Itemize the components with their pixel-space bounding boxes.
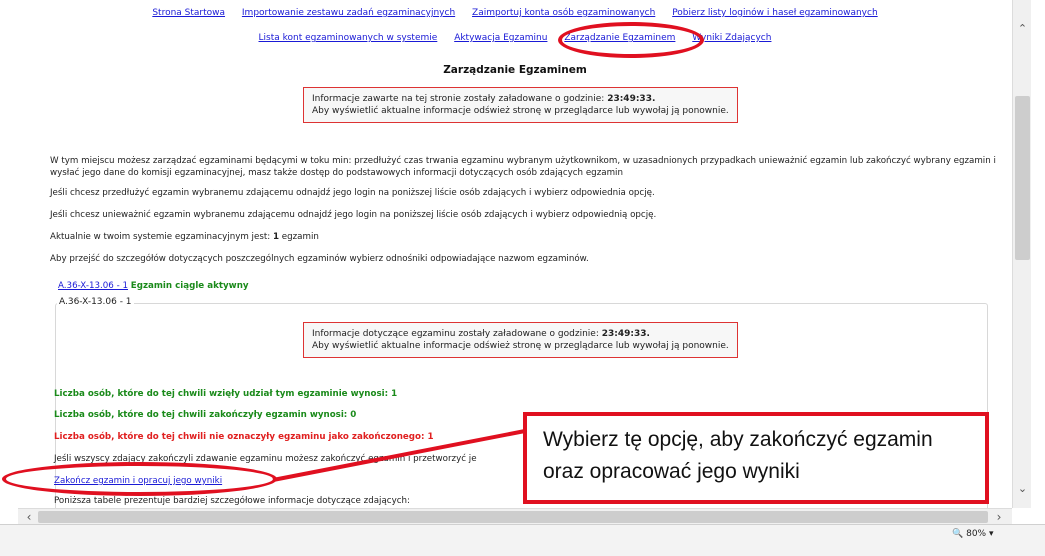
page-title: Zarządzanie Egzaminem	[443, 64, 587, 76]
cancel-text: Jeśli chcesz unieważnić egzamin wybranem…	[50, 210, 657, 220]
nav-link-download-logins[interactable]: Pobierz listy loginów i haseł egzaminowa…	[672, 8, 877, 18]
current-prefix: Aktualnie w twoim systemie egzaminacyjny…	[50, 232, 271, 242]
info-top-refresh: Aby wyświetlić aktualne informacje odświ…	[312, 106, 729, 116]
nav-link-import-tasks[interactable]: Importowanie zestawu zadań egzaminacyjny…	[242, 8, 455, 18]
scroll-up-icon[interactable]: ⌃	[1013, 20, 1032, 38]
details-text: Aby przejść do szczegółów dotyczących po…	[50, 254, 589, 264]
intro-text: W tym miejscu możesz zarządzać egzaminam…	[50, 156, 996, 178]
status-bar: 🔍 80% ▾	[0, 524, 1045, 556]
extend-text: Jeśli chcesz przedłużyć egzamin wybranem…	[50, 188, 655, 198]
current-exams-text: Aktualnie w twoim systemie egzaminacyjny…	[50, 231, 1000, 243]
exam-status: Egzamin ciągle aktywny	[130, 281, 249, 291]
current-suffix: egzamin	[281, 232, 319, 242]
nav-link-start[interactable]: Strona Startowa	[152, 8, 225, 18]
chevron-down-icon[interactable]: ▾	[989, 529, 994, 539]
highlight-ellipse-finish	[2, 462, 277, 496]
browser-window: Strona Startowa Importowanie zestawu zad…	[0, 0, 1045, 556]
info-box-top: Informacje zawarte na tej stronie został…	[303, 87, 738, 123]
exam-panel-title: A.36-X-13.06 - 1	[57, 297, 134, 307]
zoom-control[interactable]: 🔍 80% ▾	[952, 529, 994, 539]
info-top-label: Informacje zawarte na tej stronie został…	[312, 94, 605, 104]
vertical-scrollbar[interactable]: ⌃ ⌄	[1012, 0, 1032, 508]
scroll-left-icon[interactable]: ‹	[20, 509, 38, 525]
callout-pointer-line	[272, 429, 526, 482]
exam-link[interactable]: A.36-X-13.06 - 1	[58, 281, 128, 291]
nav-link-results[interactable]: Wyniki Zdających	[692, 33, 771, 43]
nav-link-accounts-list[interactable]: Lista kont egzaminowanych w systemie	[259, 33, 438, 43]
info-box-exam: Informacje dotyczące egzaminu zostały za…	[303, 322, 738, 358]
info-top-time: 23:49:33.	[607, 94, 656, 104]
nav-row-2: Lista kont egzaminowanych w systemie Akt…	[18, 33, 1012, 43]
callout-line-2: oraz opracować jego wyniki	[543, 460, 800, 483]
horizontal-scroll-thumb[interactable]	[38, 511, 988, 523]
callout-line-1: Wybierz tę opcję, aby zakończyć egzamin	[543, 428, 933, 451]
current-count: 1	[272, 232, 279, 242]
info-exam-label: Informacje dotyczące egzaminu zostały za…	[312, 329, 599, 339]
zoom-icon: 🔍	[952, 529, 964, 539]
stat-participated: Liczba osób, które do tej chwili wzięły …	[54, 389, 398, 399]
zoom-level: 80%	[966, 529, 987, 539]
scroll-down-icon[interactable]: ⌄	[1013, 480, 1032, 498]
highlight-ellipse-nav	[558, 22, 704, 58]
horizontal-scrollbar[interactable]: ‹ ›	[18, 508, 1012, 525]
nav-link-import-accounts[interactable]: Zaimportuj konta osób egzaminowanych	[472, 8, 655, 18]
left-border	[0, 0, 19, 540]
right-border	[1031, 0, 1045, 524]
vertical-scroll-thumb[interactable]	[1015, 96, 1030, 260]
info-exam-refresh: Aby wyświetlić aktualne informacje odświ…	[312, 341, 729, 351]
nav-row-1: Strona Startowa Importowanie zestawu zad…	[18, 8, 1012, 18]
callout-box: Wybierz tę opcję, aby zakończyć egzamin …	[523, 412, 989, 504]
exam-row: A.36-X-13.06 - 1 Egzamin ciągle aktywny	[58, 280, 1008, 292]
info-exam-time: 23:49:33.	[601, 329, 650, 339]
scroll-right-icon[interactable]: ›	[990, 509, 1008, 525]
nav-link-activation[interactable]: Aktywacja Egzaminu	[454, 33, 547, 43]
